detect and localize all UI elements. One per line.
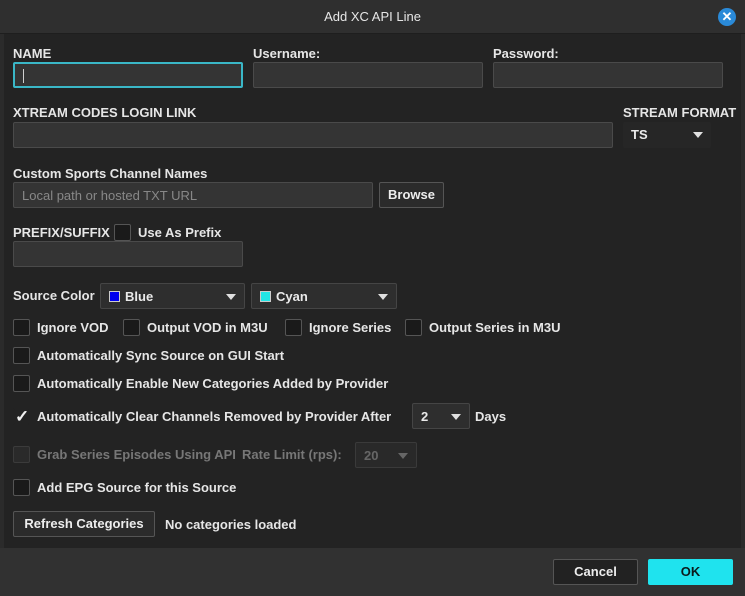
chevron-down-icon (226, 294, 236, 300)
auto-sync-label: Automatically Sync Source on GUI Start (37, 348, 285, 363)
rate-limit-label: Rate Limit (rps): (242, 447, 342, 462)
source-color-secondary-value: Cyan (276, 289, 308, 304)
title-bar: Add XC API Line ✕ (0, 0, 745, 34)
custom-sports-placeholder: Local path or hosted TXT URL (22, 188, 198, 203)
source-color-secondary-select[interactable]: Cyan (251, 283, 397, 309)
ignore-series-checkbox[interactable] (285, 319, 302, 336)
output-series-label: Output Series in M3U (429, 320, 561, 335)
grab-series-checkbox[interactable] (13, 446, 30, 463)
ok-button[interactable]: OK (648, 559, 733, 585)
categories-status: No categories loaded (165, 517, 297, 532)
auto-clear-checkbox[interactable]: ✓ (13, 407, 30, 426)
login-link-label: XTREAM CODES LOGIN LINK (13, 105, 197, 120)
source-color-primary-value: Blue (125, 289, 154, 304)
prefix-suffix-input[interactable] (13, 241, 243, 267)
auto-enable-label: Automatically Enable New Categories Adde… (37, 376, 389, 391)
password-input[interactable] (493, 62, 723, 88)
rate-limit-select[interactable]: 20 (355, 442, 417, 468)
custom-sports-input[interactable]: Local path or hosted TXT URL (13, 182, 373, 208)
output-series-checkbox[interactable] (405, 319, 422, 336)
source-color-primary-select[interactable]: Blue (100, 283, 245, 309)
grab-series-label: Grab Series Episodes Using API (37, 447, 236, 462)
auto-clear-days-value: 2 (421, 409, 429, 424)
password-label: Password: (493, 46, 559, 61)
name-input[interactable] (13, 62, 243, 88)
close-icon[interactable]: ✕ (718, 8, 736, 26)
refresh-categories-button[interactable]: Refresh Categories (13, 511, 155, 537)
add-epg-label: Add EPG Source for this Source (37, 480, 237, 495)
check-icon: ✓ (15, 407, 30, 426)
add-epg-checkbox[interactable] (13, 479, 30, 496)
stream-format-select[interactable]: TS (623, 122, 711, 148)
ignore-vod-label: Ignore VOD (37, 320, 109, 335)
auto-clear-days-select[interactable]: 2 (412, 403, 470, 429)
rate-limit-value: 20 (364, 448, 379, 463)
chevron-down-icon (693, 132, 703, 138)
chevron-down-icon (451, 414, 461, 420)
days-label: Days (475, 409, 507, 424)
chevron-down-icon (398, 453, 408, 459)
custom-sports-label: Custom Sports Channel Names (13, 166, 208, 181)
window-title: Add XC API Line (324, 9, 421, 24)
use-as-prefix-label: Use As Prefix (138, 225, 222, 240)
prefix-suffix-label: PREFIX/SUFFIX (13, 225, 110, 240)
stream-format-label: STREAM FORMAT (623, 105, 737, 120)
color-swatch-blue (109, 291, 120, 302)
browse-button[interactable]: Browse (379, 182, 444, 208)
ignore-vod-checkbox[interactable] (13, 319, 30, 336)
auto-clear-label: Automatically Clear Channels Removed by … (37, 409, 392, 424)
output-vod-checkbox[interactable] (123, 319, 140, 336)
username-input[interactable] (253, 62, 483, 88)
auto-sync-checkbox[interactable] (13, 347, 30, 364)
ignore-series-label: Ignore Series (309, 320, 392, 335)
username-label: Username: (253, 46, 321, 61)
use-as-prefix-checkbox[interactable] (114, 224, 131, 241)
name-label: NAME (13, 46, 52, 61)
color-swatch-cyan (260, 291, 271, 302)
source-color-label: Source Color (13, 288, 95, 303)
login-link-input[interactable] (13, 122, 613, 148)
auto-enable-checkbox[interactable] (13, 375, 30, 392)
stream-format-value: TS (631, 127, 648, 142)
chevron-down-icon (378, 294, 388, 300)
text-caret (23, 69, 24, 83)
cancel-button[interactable]: Cancel (553, 559, 638, 585)
output-vod-label: Output VOD in M3U (147, 320, 268, 335)
